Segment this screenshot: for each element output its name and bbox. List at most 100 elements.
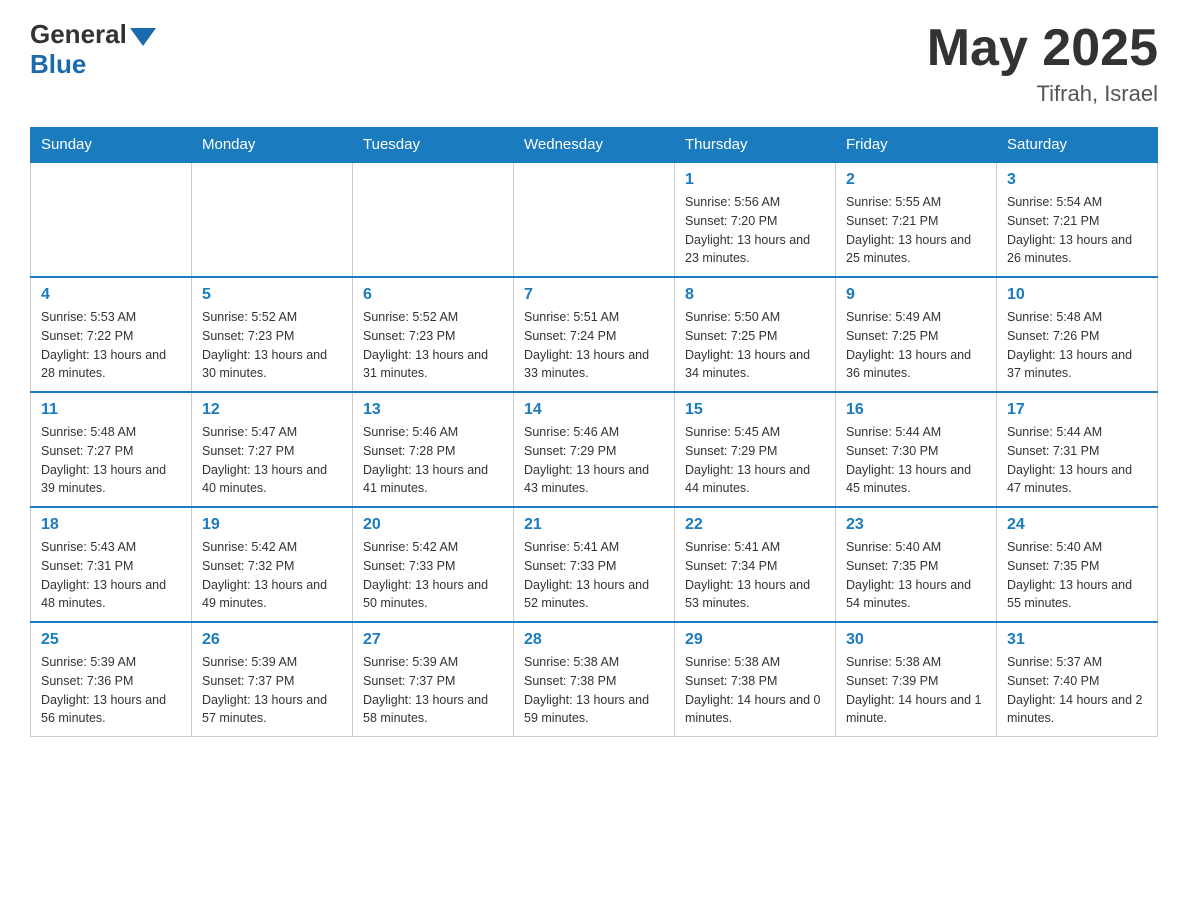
day-number: 12 <box>202 401 342 419</box>
day-number: 28 <box>524 631 664 649</box>
day-number: 1 <box>685 171 825 189</box>
calendar-cell: 25 Sunrise: 5:39 AM Sunset: 7:36 PM Dayli… <box>31 622 192 737</box>
calendar-cell: 8Sunrise: 5:50 AM Sunset: 7:25 PM Daylig… <box>675 277 836 392</box>
day-number: 24 <box>1007 516 1147 534</box>
week-row-4: 18 Sunrise: 5:43 AM Sunset: 7:31 PM Dayli… <box>31 507 1158 622</box>
calendar-cell: 4 Sunrise: 5:53 AM Sunset: 7:22 PM Daylig… <box>31 277 192 392</box>
day-info: Sunrise: 5:39 AM Sunset: 7:37 PM Dayligh… <box>202 653 342 728</box>
title-area: May 2025 Tifrah, Israel <box>927 20 1158 107</box>
day-number: 19 <box>202 516 342 534</box>
day-info: Sunrise: 5:56 AM Sunset: 7:20 PM Dayligh… <box>685 193 825 268</box>
calendar-cell <box>31 162 192 277</box>
calendar-cell <box>192 162 353 277</box>
day-number: 20 <box>363 516 503 534</box>
calendar-cell <box>353 162 514 277</box>
day-number: 11 <box>41 401 181 419</box>
col-wednesday: Wednesday <box>514 128 675 163</box>
day-number: 30 <box>846 631 986 649</box>
day-info: Sunrise: 5:43 AM Sunset: 7:31 PM Dayligh… <box>41 538 181 613</box>
day-info: Sunrise: 5:42 AM Sunset: 7:33 PM Dayligh… <box>363 538 503 613</box>
calendar-cell: 1 Sunrise: 5:56 AM Sunset: 7:20 PM Daylig… <box>675 162 836 277</box>
day-info: Sunrise: 5:37 AM Sunset: 7:40 PM Dayligh… <box>1007 653 1147 728</box>
calendar-cell: 11 Sunrise: 5:48 AM Sunset: 7:27 PM Dayli… <box>31 392 192 507</box>
logo-blue: Blue <box>30 49 86 79</box>
calendar-cell: 2 Sunrise: 5:55 AM Sunset: 7:21 PM Daylig… <box>836 162 997 277</box>
calendar-cell: 27Sunrise: 5:39 AM Sunset: 7:37 PM Dayli… <box>353 622 514 737</box>
day-info: Sunrise: 5:45 AM Sunset: 7:29 PM Dayligh… <box>685 423 825 498</box>
calendar-cell: 23 Sunrise: 5:40 AM Sunset: 7:35 PM Dayli… <box>836 507 997 622</box>
calendar-cell: 29 Sunrise: 5:38 AM Sunset: 7:38 PM Dayli… <box>675 622 836 737</box>
calendar-cell: 19 Sunrise: 5:42 AM Sunset: 7:32 PM Dayli… <box>192 507 353 622</box>
day-number: 17 <box>1007 401 1147 419</box>
day-info: Sunrise: 5:55 AM Sunset: 7:21 PM Dayligh… <box>846 193 986 268</box>
location-subtitle: Tifrah, Israel <box>927 81 1158 107</box>
day-number: 18 <box>41 516 181 534</box>
day-info: Sunrise: 5:44 AM Sunset: 7:30 PM Dayligh… <box>846 423 986 498</box>
calendar-cell: 31 Sunrise: 5:37 AM Sunset: 7:40 PM Dayli… <box>997 622 1158 737</box>
logo: General Blue <box>30 20 156 80</box>
day-number: 31 <box>1007 631 1147 649</box>
day-info: Sunrise: 5:40 AM Sunset: 7:35 PM Dayligh… <box>846 538 986 613</box>
day-number: 6 <box>363 286 503 304</box>
day-number: 3 <box>1007 171 1147 189</box>
day-number: 26 <box>202 631 342 649</box>
week-row-3: 11 Sunrise: 5:48 AM Sunset: 7:27 PM Dayli… <box>31 392 1158 507</box>
day-info: Sunrise: 5:39 AM Sunset: 7:36 PM Dayligh… <box>41 653 181 728</box>
day-number: 14 <box>524 401 664 419</box>
day-number: 13 <box>363 401 503 419</box>
col-thursday: Thursday <box>675 128 836 163</box>
day-info: Sunrise: 5:41 AM Sunset: 7:34 PM Dayligh… <box>685 538 825 613</box>
calendar-cell: 21Sunrise: 5:41 AM Sunset: 7:33 PM Dayli… <box>514 507 675 622</box>
day-info: Sunrise: 5:41 AM Sunset: 7:33 PM Dayligh… <box>524 538 664 613</box>
calendar-cell: 28 Sunrise: 5:38 AM Sunset: 7:38 PM Dayli… <box>514 622 675 737</box>
col-sunday: Sunday <box>31 128 192 163</box>
calendar-cell: 30Sunrise: 5:38 AM Sunset: 7:39 PM Dayli… <box>836 622 997 737</box>
col-monday: Monday <box>192 128 353 163</box>
calendar-cell: 6Sunrise: 5:52 AM Sunset: 7:23 PM Daylig… <box>353 277 514 392</box>
logo-general: General <box>30 20 127 49</box>
week-row-2: 4 Sunrise: 5:53 AM Sunset: 7:22 PM Daylig… <box>31 277 1158 392</box>
day-info: Sunrise: 5:47 AM Sunset: 7:27 PM Dayligh… <box>202 423 342 498</box>
day-info: Sunrise: 5:49 AM Sunset: 7:25 PM Dayligh… <box>846 308 986 383</box>
day-info: Sunrise: 5:38 AM Sunset: 7:38 PM Dayligh… <box>524 653 664 728</box>
day-number: 29 <box>685 631 825 649</box>
week-row-5: 25 Sunrise: 5:39 AM Sunset: 7:36 PM Dayli… <box>31 622 1158 737</box>
day-number: 2 <box>846 171 986 189</box>
day-number: 16 <box>846 401 986 419</box>
calendar-cell: 18 Sunrise: 5:43 AM Sunset: 7:31 PM Dayli… <box>31 507 192 622</box>
month-year-title: May 2025 <box>927 20 1158 77</box>
week-row-1: 1 Sunrise: 5:56 AM Sunset: 7:20 PM Daylig… <box>31 162 1158 277</box>
calendar-cell <box>514 162 675 277</box>
calendar-cell: 9Sunrise: 5:49 AM Sunset: 7:25 PM Daylig… <box>836 277 997 392</box>
calendar-cell: 15Sunrise: 5:45 AM Sunset: 7:29 PM Dayli… <box>675 392 836 507</box>
calendar-cell: 26 Sunrise: 5:39 AM Sunset: 7:37 PM Dayli… <box>192 622 353 737</box>
day-info: Sunrise: 5:53 AM Sunset: 7:22 PM Dayligh… <box>41 308 181 383</box>
col-tuesday: Tuesday <box>353 128 514 163</box>
calendar-cell: 14Sunrise: 5:46 AM Sunset: 7:29 PM Dayli… <box>514 392 675 507</box>
calendar-cell: 7Sunrise: 5:51 AM Sunset: 7:24 PM Daylig… <box>514 277 675 392</box>
calendar-cell: 13 Sunrise: 5:46 AM Sunset: 7:28 PM Dayli… <box>353 392 514 507</box>
day-info: Sunrise: 5:40 AM Sunset: 7:35 PM Dayligh… <box>1007 538 1147 613</box>
calendar-header-row: Sunday Monday Tuesday Wednesday Thursday… <box>31 128 1158 163</box>
calendar-cell: 22 Sunrise: 5:41 AM Sunset: 7:34 PM Dayli… <box>675 507 836 622</box>
day-number: 25 <box>41 631 181 649</box>
day-info: Sunrise: 5:48 AM Sunset: 7:27 PM Dayligh… <box>41 423 181 498</box>
day-number: 4 <box>41 286 181 304</box>
calendar-cell: 10Sunrise: 5:48 AM Sunset: 7:26 PM Dayli… <box>997 277 1158 392</box>
day-number: 22 <box>685 516 825 534</box>
calendar-cell: 24 Sunrise: 5:40 AM Sunset: 7:35 PM Dayli… <box>997 507 1158 622</box>
day-info: Sunrise: 5:42 AM Sunset: 7:32 PM Dayligh… <box>202 538 342 613</box>
day-number: 23 <box>846 516 986 534</box>
calendar-table: Sunday Monday Tuesday Wednesday Thursday… <box>30 127 1158 737</box>
day-info: Sunrise: 5:50 AM Sunset: 7:25 PM Dayligh… <box>685 308 825 383</box>
calendar-cell: 3 Sunrise: 5:54 AM Sunset: 7:21 PM Daylig… <box>997 162 1158 277</box>
calendar-cell: 20 Sunrise: 5:42 AM Sunset: 7:33 PM Dayli… <box>353 507 514 622</box>
day-info: Sunrise: 5:46 AM Sunset: 7:28 PM Dayligh… <box>363 423 503 498</box>
day-info: Sunrise: 5:54 AM Sunset: 7:21 PM Dayligh… <box>1007 193 1147 268</box>
calendar-cell: 16 Sunrise: 5:44 AM Sunset: 7:30 PM Dayli… <box>836 392 997 507</box>
day-info: Sunrise: 5:38 AM Sunset: 7:38 PM Dayligh… <box>685 653 825 728</box>
day-number: 10 <box>1007 286 1147 304</box>
day-info: Sunrise: 5:52 AM Sunset: 7:23 PM Dayligh… <box>202 308 342 383</box>
day-info: Sunrise: 5:44 AM Sunset: 7:31 PM Dayligh… <box>1007 423 1147 498</box>
calendar-cell: 5Sunrise: 5:52 AM Sunset: 7:23 PM Daylig… <box>192 277 353 392</box>
